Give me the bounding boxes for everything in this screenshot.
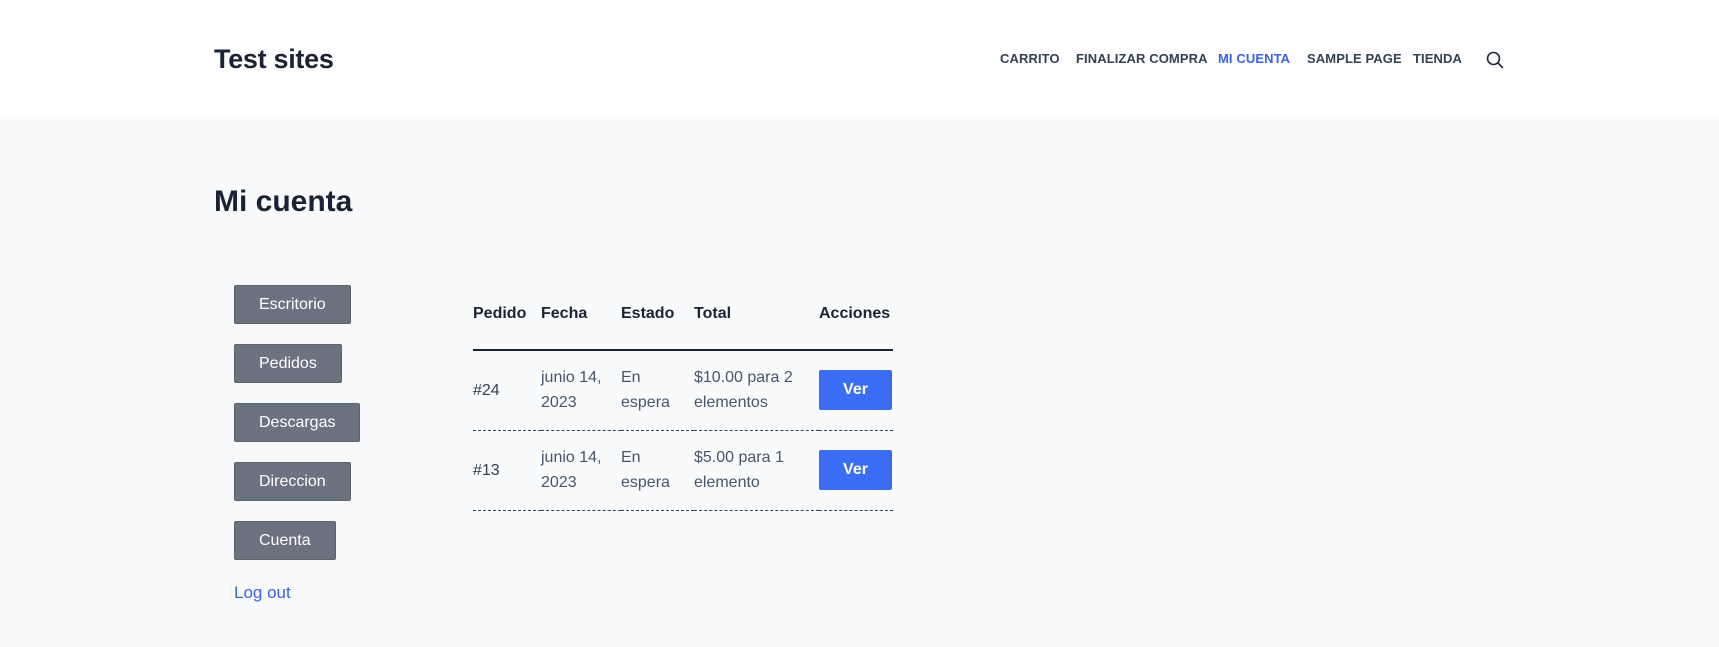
view-order-button[interactable]: Ver [819,370,892,411]
column-header-fecha: Fecha [541,305,621,351]
order-date: junio 14, 2023 [541,350,621,431]
order-total-line2: elemento [694,474,760,491]
order-number-link[interactable]: #24 [473,350,541,431]
nav-item-mi-cuenta[interactable]: MI CUENTA [1218,51,1290,66]
order-date-line1: junio 14, [541,449,602,466]
order-status-line1: En [621,369,641,387]
orders-table: Pedido Fecha Estado Total Acciones #24 j… [473,305,893,511]
order-total-line1: $10.00 para 2 [694,369,793,387]
table-row: #24 junio 14, 2023 En espera $10.00 para… [473,350,893,431]
view-order-button[interactable]: Ver [819,450,892,490]
order-total-line1: $5.00 para 1 [694,449,784,466]
account-nav-cuenta[interactable]: Cuenta [234,521,336,560]
orders-header-row: Pedido Fecha Estado Total Acciones [473,305,893,351]
nav-item-carrito[interactable]: CARRITO [1000,51,1060,66]
order-status-line2: espera [621,474,670,491]
page-title: Mi cuenta [214,185,353,218]
order-status-line2: espera [621,394,670,412]
table-row: #13 junio 14, 2023 En espera $5.00 para … [473,430,893,511]
order-date-line2: 2023 [541,474,577,491]
site-header: Test sites CARRITO FINALIZAR COMPRA MI C… [0,0,1719,119]
order-total-line2: elementos [694,394,768,412]
search-icon[interactable] [1486,51,1504,69]
column-header-pedido: Pedido [473,305,541,351]
order-date: junio 14, 2023 [541,430,621,511]
account-nav-escritorio[interactable]: Escritorio [234,285,351,324]
logout-link[interactable]: Log out [234,583,291,603]
order-total: $5.00 para 1 elemento [694,430,819,511]
order-status: En espera [621,430,694,511]
order-status-line1: En [621,449,641,466]
nav-item-tienda[interactable]: TIENDA [1413,51,1462,66]
nav-item-finalizar-compra[interactable]: FINALIZAR COMPRA [1076,51,1208,66]
column-header-acciones: Acciones [819,305,893,351]
order-date-line2: 2023 [541,394,577,412]
order-actions: Ver [819,430,893,511]
order-date-line1: junio 14, [541,369,602,387]
main-nav: CARRITO FINALIZAR COMPRA MI CUENTA SAMPL… [0,51,1719,71]
order-number-link[interactable]: #13 [473,430,541,511]
account-nav-direccion[interactable]: Direccion [234,462,351,501]
account-nav-descargas[interactable]: Descargas [234,403,361,442]
order-status: En espera [621,350,694,431]
column-header-total: Total [694,305,819,351]
nav-item-sample-page[interactable]: SAMPLE PAGE [1307,51,1402,66]
order-actions: Ver [819,350,893,431]
order-total: $10.00 para 2 elementos [694,350,819,431]
column-header-estado: Estado [621,305,694,351]
account-nav-pedidos[interactable]: Pedidos [234,344,342,383]
account-navigation: Escritorio Pedidos Descargas Direccion C… [234,285,414,580]
